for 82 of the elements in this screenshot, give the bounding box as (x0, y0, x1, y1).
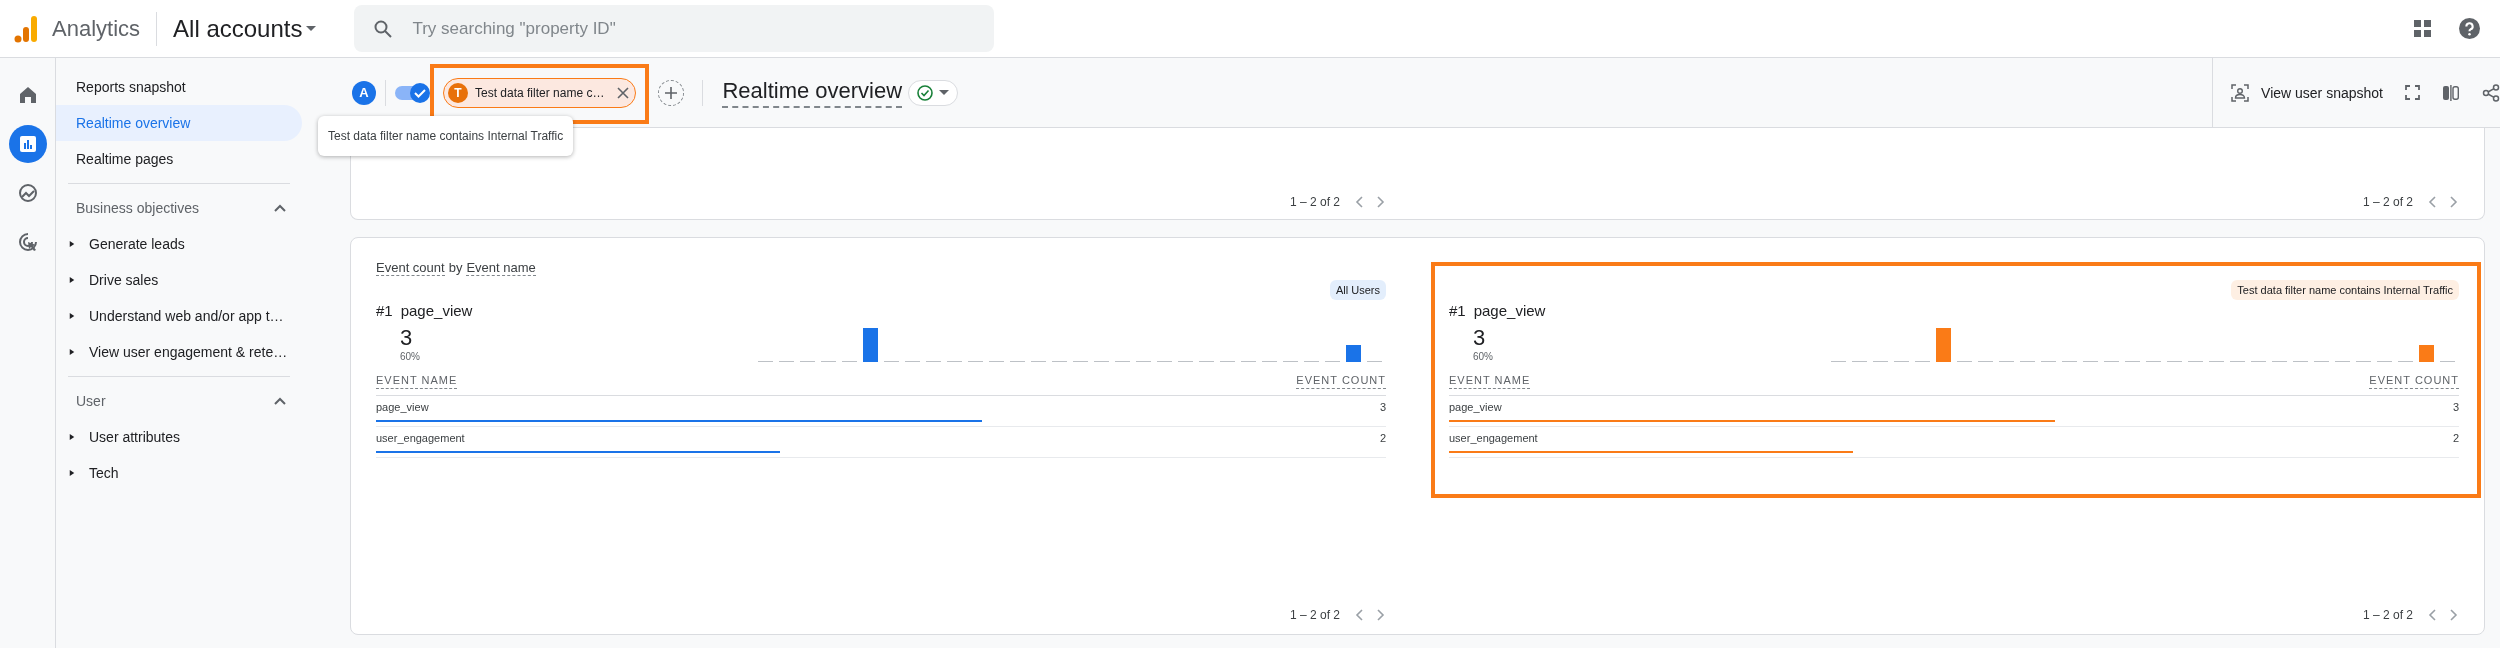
search-icon (374, 19, 393, 38)
pagination-text: 1 – 2 of 2 (2362, 608, 2413, 622)
share-icon[interactable] (2482, 83, 2500, 102)
section-title: Business objectives (76, 200, 199, 216)
sidebar-item-label: User attributes (89, 429, 181, 445)
sidebar-item[interactable]: Drive sales (56, 262, 320, 298)
segment-badge: Test data filter name contains Internal Traffic (2231, 280, 2459, 300)
event-name-cell: page_view (1449, 400, 1502, 413)
next-page-button[interactable] (2447, 196, 2459, 208)
event-name-cell: user_engagement (1449, 431, 1538, 444)
apps-grid-icon[interactable] (2414, 20, 2431, 37)
rank-label: #1 (1449, 302, 1466, 319)
event-count-cell: 2 (2452, 431, 2459, 444)
bar-chart-icon (18, 135, 37, 153)
account-selector[interactable]: All accounts (163, 10, 327, 47)
next-page-button[interactable] (2447, 609, 2459, 621)
pagination-text: 1 – 2 of 2 (1289, 195, 1340, 209)
sidebar-item-label: Tech (89, 465, 119, 481)
sidebar-item[interactable]: View user engagement & rete… (56, 334, 320, 370)
previous-page-button[interactable] (2427, 196, 2439, 208)
nav-rail-button[interactable] (8, 125, 47, 163)
sidebar-item[interactable]: Reports snapshot (56, 69, 302, 105)
sidebar-section-header[interactable]: User (56, 383, 320, 419)
app-name: Analytics (52, 11, 158, 46)
fullscreen-icon[interactable] (2405, 85, 2420, 100)
sidebar-item-label: View user engagement & rete… (89, 344, 288, 360)
card-title: Event count by Event name (376, 260, 537, 276)
top-event-value: 3 (1473, 325, 1487, 351)
next-page-button[interactable] (1374, 609, 1386, 621)
top-event-value: 3 (400, 325, 414, 351)
top-event-name: page_view (1473, 302, 1546, 319)
previous-page-button[interactable] (1354, 609, 1366, 621)
view-user-snapshot-button[interactable]: View user snapshot (2231, 83, 2383, 102)
trend-circle-icon (17, 183, 38, 203)
segment-badge: All Users (1330, 280, 1386, 300)
sidebar-item[interactable]: Realtime pages (56, 141, 302, 177)
sidebar-item[interactable]: Understand web and/or app t… (56, 298, 320, 334)
event-count-cell: 3 (2452, 400, 2459, 413)
compare-columns-icon[interactable] (2442, 83, 2460, 102)
top-event-name: page_view (400, 302, 473, 319)
section-title: User (76, 393, 106, 409)
sidebar-item-label: Drive sales (89, 272, 159, 288)
sidebar-item[interactable]: User attributes (56, 419, 320, 455)
help-icon[interactable] (2459, 18, 2480, 39)
pagination-text: 1 – 2 of 2 (1289, 608, 1340, 622)
sidebar-item-label: Generate leads (89, 236, 185, 252)
comparison-toggle[interactable] (395, 81, 431, 104)
pagination-text: 1 – 2 of 2 (2362, 195, 2413, 209)
sidebar-item-label: Understand web and/or app t… (89, 308, 284, 324)
caret-icon (939, 89, 950, 96)
caret-icon (306, 25, 317, 32)
top-event-share: 60% (400, 351, 421, 362)
person-frame-icon (2231, 83, 2250, 102)
sidebar-item[interactable]: Generate leads (56, 226, 320, 262)
close-icon[interactable] (617, 86, 630, 99)
comparison-avatar[interactable]: A (352, 80, 376, 105)
next-page-button[interactable] (1374, 196, 1386, 208)
event-name-cell: user_engagement (376, 431, 465, 444)
plus-icon (664, 85, 679, 100)
column-header[interactable]: EVENT COUNT (1296, 374, 1386, 389)
target-cursor-icon (17, 232, 38, 252)
filter-chip[interactable]: T Test data filter name c… (443, 77, 637, 108)
sidebar-item[interactable]: Realtime overview (56, 105, 302, 141)
column-header[interactable]: EVENT NAME (1449, 374, 1531, 389)
chip-initial: T (448, 82, 468, 103)
event-count-cell: 2 (1379, 431, 1386, 444)
chip-label: Test data filter name c… (475, 85, 605, 100)
previous-page-button[interactable] (2427, 609, 2439, 621)
column-header[interactable]: EVENT COUNT (2369, 374, 2459, 389)
home-icon (18, 86, 37, 104)
previous-page-button[interactable] (1354, 196, 1366, 208)
tooltip: Test data filter name contains Internal Traffic (318, 116, 574, 156)
rank-label: #1 (376, 302, 393, 319)
event-name-cell: page_view (376, 400, 429, 413)
page-title: Realtime overview (722, 77, 903, 108)
column-header[interactable]: EVENT NAME (376, 374, 458, 389)
sidebar-section-header[interactable]: Business objectives (56, 190, 320, 226)
status-selector[interactable] (908, 79, 959, 106)
event-count-cell: 3 (1379, 400, 1386, 413)
sidebar-item[interactable]: Tech (56, 455, 320, 491)
logo-icon (14, 14, 38, 43)
top-event-share: 60% (1473, 351, 1494, 362)
